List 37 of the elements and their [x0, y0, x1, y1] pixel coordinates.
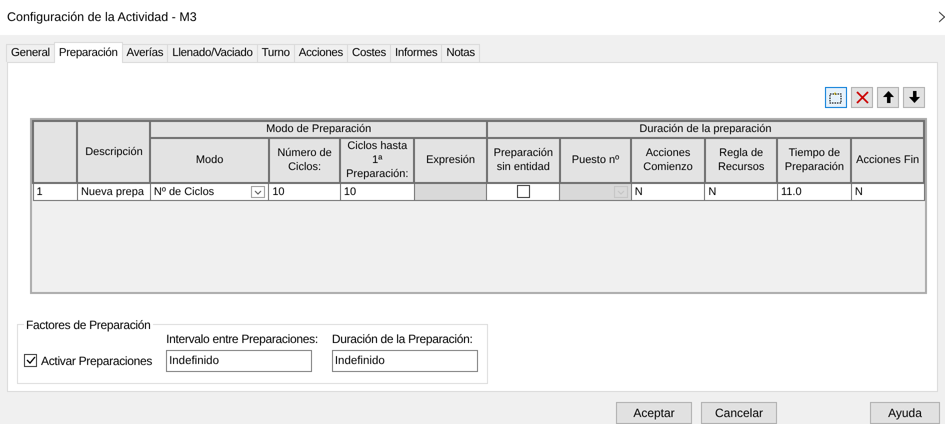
caret-icon	[614, 186, 628, 198]
field-label: Duración de la Preparación:	[332, 332, 474, 346]
column-header: Ciclos hasta 1ª Preparación:	[340, 138, 414, 183]
column-header: Modo	[150, 138, 269, 183]
column-header: Expresión	[414, 138, 487, 183]
dialog-button[interactable]: Cancelar	[701, 402, 777, 424]
column-header: Descripción	[77, 120, 150, 183]
column-header: Acciones Comienzo	[631, 138, 705, 183]
new-button[interactable]	[825, 86, 847, 108]
column-header: Regla de Recursos	[704, 138, 778, 183]
column-group-header: Duración de la preparación	[486, 120, 924, 138]
column-group-header: Modo de Preparación	[150, 120, 487, 138]
group-title: Factores de Preparación	[25, 318, 152, 332]
new-row-icon	[829, 90, 843, 104]
input-field[interactable]: Indefinido	[332, 350, 478, 372]
checkmark-icon	[26, 356, 36, 366]
column-header: Puesto nº	[560, 138, 632, 183]
column-header: Número de Ciclos:	[268, 138, 340, 183]
checkbox[interactable]	[516, 185, 530, 198]
column-header: Tiempo de Preparación	[777, 138, 852, 183]
tab[interactable]: General	[6, 44, 55, 62]
delete-button[interactable]	[851, 86, 873, 108]
arrow-up-icon	[882, 91, 894, 104]
dialog-button[interactable]: Ayuda	[870, 402, 940, 424]
field-label: Intervalo entre Preparaciones:	[166, 332, 318, 346]
caret-icon	[251, 186, 266, 198]
column-header: Preparación sin entidad	[486, 138, 560, 183]
tab[interactable]: Preparación	[54, 42, 123, 63]
arrow-down-icon	[908, 91, 920, 104]
delete-icon	[856, 90, 868, 104]
input-field[interactable]: Indefinido	[166, 350, 312, 372]
dialog-button[interactable]: Aceptar	[616, 402, 692, 424]
window-title: Configuración de la Actividad - M3	[7, 10, 197, 24]
tab[interactable]: Notas	[441, 44, 480, 62]
up-button[interactable]	[877, 86, 899, 108]
column-header: Acciones Fin	[851, 138, 924, 183]
down-button[interactable]	[903, 86, 925, 108]
